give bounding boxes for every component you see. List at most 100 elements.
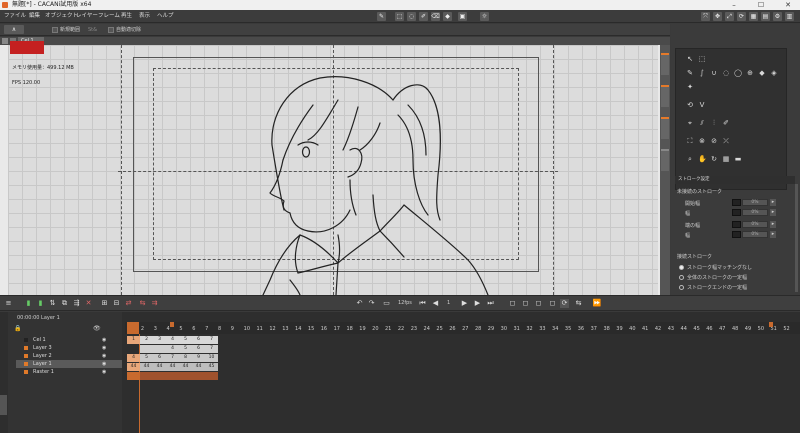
visibility-icon[interactable]: ◉ (102, 336, 106, 344)
start-width-stepper[interactable]: ▸ (770, 199, 776, 206)
end-width-input[interactable]: 0% (742, 221, 768, 228)
menu-play[interactable]: 再生 (121, 10, 132, 23)
rotate-icon[interactable]: ⟳ (737, 12, 746, 21)
onion-skin-icon-1[interactable]: ◻ (508, 299, 517, 308)
frame-cell[interactable]: 5 (179, 345, 192, 353)
zoom-select-icon[interactable]: ⊕ (746, 69, 754, 77)
drawing-canvas[interactable] (8, 45, 658, 295)
playhead-marker[interactable] (127, 322, 139, 334)
frame-tool-icon-3[interactable]: ⇄ (124, 299, 133, 308)
raster-frame-cell[interactable] (179, 372, 192, 380)
eyedropper-icon[interactable]: ⊘ (710, 137, 718, 145)
play-icon[interactable]: ▶ (460, 299, 469, 308)
raster-frame-cell[interactable] (205, 372, 218, 380)
raster-frame-cell[interactable] (166, 372, 179, 380)
layer-row[interactable]: Raster 1 ◉ (16, 368, 122, 376)
connect-icon[interactable]: ⟲ (686, 101, 694, 109)
radio-end-width[interactable] (679, 285, 684, 290)
frame-cell[interactable]: 4 (166, 345, 179, 353)
panel-scrollbar[interactable] (795, 184, 798, 292)
fps-display[interactable]: 12fps (398, 299, 412, 308)
menu-help[interactable]: ヘルプ (157, 10, 174, 23)
lasso-icon[interactable]: ◌ (722, 69, 730, 77)
add-layer-icon[interactable]: ▮ (36, 299, 45, 308)
grid-view-icon[interactable]: ▦ (722, 155, 730, 163)
frame-cell[interactable]: 44 (166, 363, 179, 371)
raster-frame-cell[interactable] (140, 372, 153, 380)
raster-frame-cell[interactable] (153, 372, 166, 380)
radio-uniform-width[interactable] (679, 275, 684, 280)
width-a-color[interactable] (732, 209, 741, 216)
frame-cell[interactable]: 4 (166, 336, 179, 344)
tab-menu-icon[interactable] (2, 38, 8, 44)
close-button[interactable]: ✕ (778, 0, 798, 10)
frame-cell[interactable]: 7 (205, 345, 218, 353)
lasso-tool-icon[interactable]: ◌ (407, 12, 416, 21)
point-tool-icon[interactable]: ⌖ (686, 119, 694, 127)
frame-cell[interactable]: 7 (205, 336, 218, 344)
frame-cell[interactable] (140, 345, 153, 353)
frame-cell[interactable]: 9 (192, 354, 205, 362)
rotate-view-icon[interactable]: ↻ (710, 155, 718, 163)
side-panel-button-4[interactable] (661, 149, 669, 171)
maximize-button[interactable]: ☐ (751, 0, 771, 10)
split-tool-icon[interactable]: ⫽ (698, 119, 706, 127)
undo-icon[interactable]: ↶ (355, 299, 364, 308)
width-b-stepper[interactable]: ▸ (770, 231, 776, 238)
visibility-icon[interactable]: ◉ (102, 344, 106, 352)
move-icon[interactable]: ✥ (713, 12, 722, 21)
raster-frame-cell[interactable] (192, 372, 205, 380)
side-panel-button-2[interactable] (661, 85, 669, 107)
hand-icon[interactable]: ✋ (698, 155, 707, 163)
transform-icon[interactable]: ⤧ (701, 12, 710, 21)
raster-frame-cell[interactable] (127, 372, 140, 380)
bucket-fill-icon[interactable]: ⛶ (686, 137, 694, 145)
next-frame-icon[interactable]: ▶ (473, 299, 482, 308)
current-frame[interactable]: 1 (447, 299, 450, 308)
frame-cell[interactable] (153, 345, 166, 353)
brush-size-icon[interactable]: ✐ (722, 119, 730, 127)
cup-icon[interactable]: ∪ (710, 69, 718, 77)
frame-cell[interactable]: 6 (192, 336, 205, 344)
visibility-icon[interactable]: ◉ (102, 360, 106, 368)
eraser-tool-icon[interactable]: ⌫ (431, 12, 440, 21)
width-b-color[interactable] (732, 231, 741, 238)
layer-row[interactable]: Cel 1 ◉ (16, 336, 122, 344)
color-pick-icon[interactable]: ⊗ (698, 137, 706, 145)
frame-cell[interactable]: 2 (140, 336, 153, 344)
join-tool-icon[interactable]: ⫶ (710, 119, 718, 127)
screen-icon[interactable]: ▭ (382, 299, 391, 308)
frame-tool-icon-2[interactable]: ⊟ (112, 299, 121, 308)
delete-icon[interactable]: ✕ (84, 299, 93, 308)
scale-icon[interactable]: ⤢ (725, 12, 734, 21)
settings-icon[interactable]: ⚙ (773, 12, 782, 21)
frame-cell[interactable]: 6 (153, 354, 166, 362)
zoom-icon[interactable]: ⌕ (686, 155, 694, 163)
menu-frame[interactable]: フレーム (98, 10, 120, 23)
menu-edit[interactable]: 編集 (29, 10, 40, 23)
curve-icon[interactable]: ∫ (698, 69, 706, 77)
pen-tool-icon[interactable]: ✐ (419, 12, 428, 21)
frame-cell[interactable]: 10 (205, 354, 218, 362)
view-tool-icon[interactable]: ▣ (458, 12, 467, 21)
grid-icon[interactable]: ▦ (749, 12, 758, 21)
last-frame-icon[interactable]: ⏭ (486, 299, 495, 308)
frame-cell[interactable]: 45 (205, 363, 218, 371)
frame-tool-icon-1[interactable]: ⊞ (100, 299, 109, 308)
add-cel-icon[interactable]: ▮ (24, 299, 33, 308)
layout-icon[interactable]: ▤ (761, 12, 770, 21)
lock-icon[interactable]: 🔒 (14, 325, 21, 332)
frame-cell[interactable]: 4 (127, 354, 140, 362)
onion-skin-icon-4[interactable]: ◻ (548, 299, 557, 308)
side-panel-button-3[interactable] (661, 117, 669, 139)
select-tool-icon[interactable]: ⬚ (395, 12, 404, 21)
menu-view[interactable]: 表示 (139, 10, 150, 23)
visibility-icon[interactable]: ◉ (102, 368, 106, 376)
minimize-button[interactable]: – (724, 0, 744, 10)
new-range-checkbox[interactable] (52, 27, 58, 33)
speed-icon[interactable]: ⏩ (590, 299, 604, 308)
brush-tool-icon[interactable]: ✎ (377, 12, 386, 21)
v-tool-icon[interactable]: V (698, 101, 706, 109)
loop-icon[interactable]: ⟳ (560, 299, 569, 308)
frame-cell[interactable]: 7 (166, 354, 179, 362)
